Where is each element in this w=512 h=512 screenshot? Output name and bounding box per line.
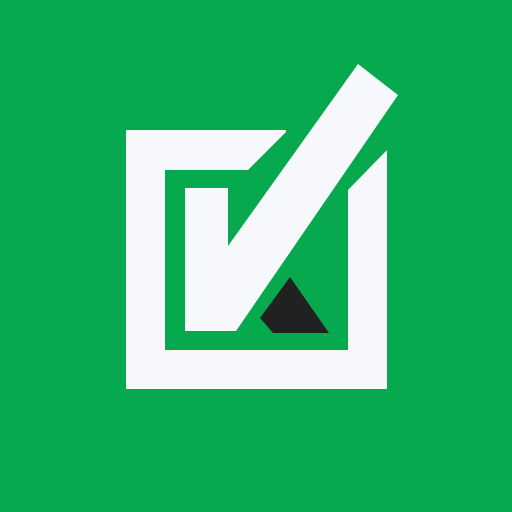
- app-icon: [0, 0, 512, 512]
- checkbox-check-icon: [0, 0, 512, 512]
